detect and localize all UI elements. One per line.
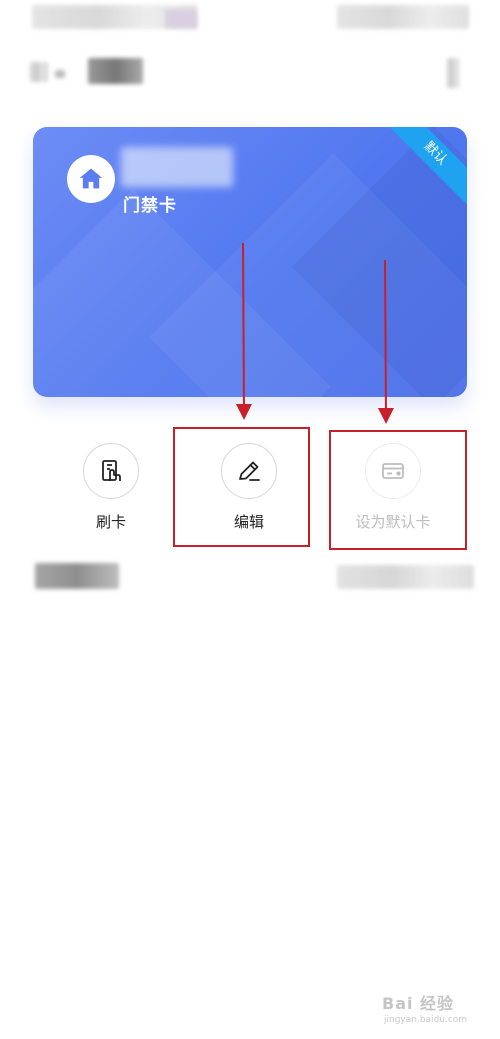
card-swipe-icon bbox=[83, 443, 139, 499]
section-link[interactable] bbox=[337, 565, 474, 589]
highlight-box-edit bbox=[173, 427, 310, 547]
status-bar-right bbox=[337, 5, 469, 29]
card-name bbox=[121, 147, 233, 187]
home-icon bbox=[67, 155, 115, 203]
header-dot bbox=[55, 70, 65, 78]
page-title bbox=[88, 58, 143, 84]
card-type-label: 门禁卡 bbox=[123, 196, 177, 216]
section-title bbox=[35, 563, 119, 589]
baidu-jingyan-watermark: Bai 经验 jingyan.baidu.com bbox=[382, 990, 492, 1032]
back-button[interactable] bbox=[30, 62, 48, 82]
highlight-box-default bbox=[329, 430, 467, 550]
access-card[interactable]: 门禁卡 默认 bbox=[33, 127, 467, 397]
swipe-card-label: 刷卡 bbox=[95, 513, 126, 531]
watermark-url: jingyan.baidu.com bbox=[384, 1015, 468, 1025]
status-bar-icons bbox=[165, 10, 197, 28]
swipe-card-button[interactable]: 刷卡 bbox=[56, 443, 166, 532]
more-button[interactable] bbox=[447, 58, 459, 88]
watermark-logo: Bai 经验 bbox=[382, 994, 455, 1013]
